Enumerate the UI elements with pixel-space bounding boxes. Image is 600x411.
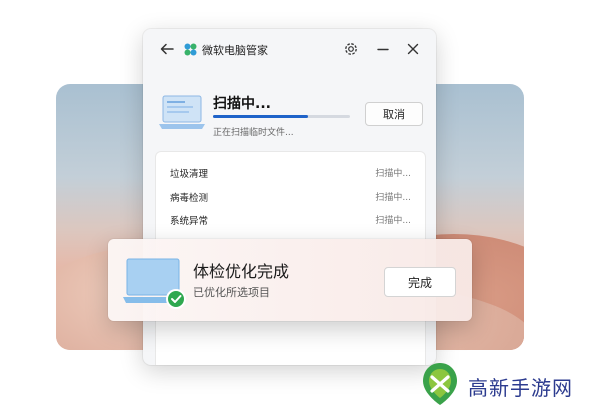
scan-progress-fill [213,115,308,118]
list-item-name: 系统异常 [170,216,209,227]
watermark: 高新手游网 [418,361,598,407]
watermark-text: 高新手游网 [468,376,573,400]
list-item-name: 垃圾清理 [170,169,209,180]
list-item: 垃圾清理 扫描中... [170,166,411,182]
list-item: 系统异常 扫描中... [170,213,411,229]
app-logo-icon [184,43,197,56]
cancel-button[interactable]: 取消 [365,102,423,126]
list-item: 病毒检测 扫描中... [170,190,411,206]
list-item-name: 病毒检测 [170,193,209,204]
list-item-status: 扫描中... [375,193,411,203]
completion-notification: 体检优化完成 已优化所选项目 完成 [108,239,472,321]
notification-subtitle: 已优化所选项目 [193,286,270,299]
gear-icon[interactable] [343,41,359,57]
scan-title: 扫描中... [213,96,271,112]
minimize-icon[interactable] [375,41,391,57]
title-bar: 微软电脑管家 [143,29,436,69]
app-title: 微软电脑管家 [202,44,268,57]
back-arrow-icon[interactable] [159,41,175,57]
list-item-status: 扫描中... [375,216,411,226]
scan-progress-bar [213,115,350,118]
done-button[interactable]: 完成 [384,267,456,297]
laptop-check-icon [123,258,186,309]
notification-title: 体检优化完成 [193,262,290,281]
close-icon[interactable] [405,41,421,57]
laptop-scan-icon [159,95,205,129]
list-item-status: 扫描中... [375,169,411,179]
scan-status-text: 正在扫描临时文件... [213,128,294,138]
watermark-logo-icon [423,363,457,405]
